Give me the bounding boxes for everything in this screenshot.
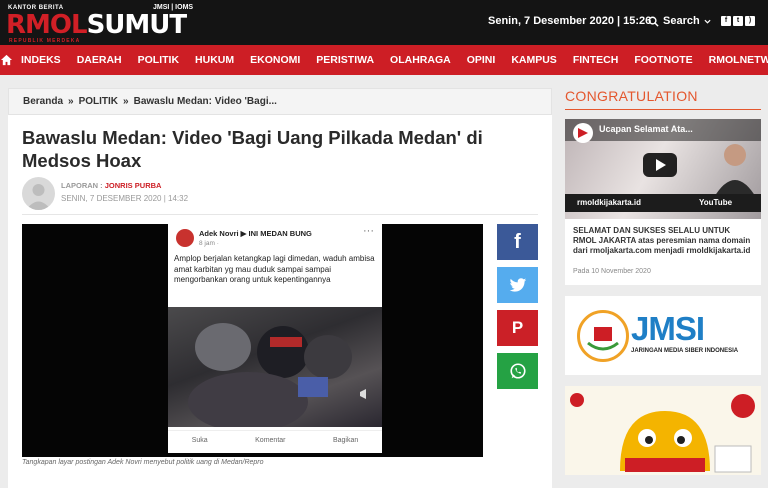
article-date: SENIN, 7 DESEMBER 2020 | 14:32 [61,194,189,203]
breadcrumb-home[interactable]: Beranda [23,96,63,107]
share-facebook-button[interactable]: f [497,224,538,260]
video-url: rmoldkijakarta.id [577,198,642,207]
facebook-icon: f [514,230,521,253]
post-text: Amplop berjalan ketangkap lagi dimedan, … [174,254,375,284]
main-nav: INDEKS DAERAH POLITIK HUKUM EKONOMI PERI… [0,45,768,75]
nav-item-daerah[interactable]: DAERAH [69,45,130,75]
nav-item-footnote[interactable]: FOOTNOTE [626,45,700,75]
congrats-date: Pada 10 November 2020 [573,268,651,275]
facebook-icon[interactable]: f [721,16,731,26]
sidebar-divider [565,109,761,110]
jmsi-emblem-shape [587,327,619,351]
nav-item-ekonomi[interactable]: EKONOMI [242,45,308,75]
video-title: Ucapan Selamat Ata... [599,124,693,134]
image-caption: Tangkapan layar postingan Adek Novri men… [22,459,264,466]
twitter-icon[interactable]: t [733,16,743,26]
channel-logo-icon [573,123,593,143]
play-icon[interactable] [643,153,677,177]
share-pinterest-button[interactable]: P [497,310,538,346]
sidebar-heading: CONGRATULATION [565,88,698,104]
nav-item-politik[interactable]: POLITIK [130,45,187,75]
search-button[interactable]: Search [648,15,711,27]
election-illustration-icon [565,386,761,475]
video-thumbnail[interactable]: Ucapan Selamat Ata... rmoldkijakarta.id … [565,119,761,219]
breadcrumb: Beranda» POLITIK» Bawaslu Medan: Video 'Ba… [8,88,552,115]
nav-item-hukum[interactable]: HUKUM [187,45,242,75]
comment-action: Komentar [255,437,286,444]
tagline: REPUBLIK MERDEKA [9,38,81,44]
post-photo [168,307,382,427]
nav-item-fintech[interactable]: FINTECH [565,45,627,75]
nav-item-peristiwa[interactable]: PERISTIWA [308,45,382,75]
pinterest-icon: P [511,318,524,337]
whatsapp-icon [509,363,526,379]
jmsi-logo: JMSI [631,310,705,347]
jmsi-subtitle: JARINGAN MEDIA SIBER INDONESIA [631,348,739,354]
nav-item-kampus[interactable]: KAMPUS [503,45,565,75]
post-time: 8 jam · [199,240,219,247]
facebook-post-screenshot: Adek Novri ▶ INI MEDAN BUNG 8 jam · ··· … [168,224,382,453]
header-datetime: Senin, 7 Desember 2020 | 15:26 [488,15,652,27]
reporter-name[interactable]: JONRIS PURBA [105,181,162,190]
author-avatar [22,177,55,210]
breadcrumb-current: Bawaslu Medan: Video 'Bagi... [133,96,277,107]
youtube-logo: YouTube [699,198,733,207]
site-header: KANTOR BERITA JMSI | IOMS RMOLSUMUT REPU… [0,0,768,45]
nav-item-opini[interactable]: OPINI [459,45,504,75]
nav-item-olahraga[interactable]: OLAHRAGA [382,45,459,75]
home-icon [0,54,13,66]
share-whatsapp-button[interactable] [497,353,538,389]
jmsi-banner[interactable]: JMSI JARINGAN MEDIA SIBER INDONESIA [565,296,761,375]
share-twitter-button[interactable] [497,267,538,303]
home-button[interactable] [0,45,13,75]
jmsi-emblem-icon [577,310,629,362]
nav-item-indeks[interactable]: INDEKS [13,45,69,75]
post-author: Adek Novri ▶ INI MEDAN BUNG [199,229,312,238]
breadcrumb-section[interactable]: POLITIK [79,96,118,107]
article-container: Beranda» POLITIK» Bawaslu Medan: Video 'Ba… [8,88,552,488]
nav-item-rmolnetwork[interactable]: RMOLNETWORK [701,45,768,75]
logo-rmol: RMOL [6,10,88,40]
meta-divider [22,214,538,215]
like-action: Suka [191,437,208,444]
article-image: Adek Novri ▶ INI MEDAN BUNG 8 jam · ··· … [22,224,483,457]
more-icon: ··· [363,225,374,237]
user-icon [26,184,51,210]
reporter-line: LAPORAN : JONRIS PURBA [61,181,161,190]
chevron-down-icon [704,19,711,24]
election-banner[interactable] [565,386,761,475]
post-actions: Suka Komentar Bagikan [168,430,382,450]
share-action: Bagikan [332,437,359,444]
twitter-icon [509,277,526,292]
reporter-label: LAPORAN : [61,181,103,190]
congrats-text[interactable]: SELAMAT DAN SUKSES SELALU UNTUK RMOL JAK… [573,226,755,256]
article-title: Bawaslu Medan: Video 'Bagi Uang Pilkada … [22,127,483,171]
logo-sumut: SUMUT [86,10,188,40]
person-photo-icon [713,144,757,199]
search-icon [648,16,659,27]
congrats-card[interactable]: Ucapan Selamat Ata... rmoldkijakarta.id … [565,119,761,285]
social-links: f t ) [721,16,755,26]
search-label: Search [663,15,700,27]
site-logo[interactable]: RMOLSUMUT [6,10,188,40]
post-avatar [176,229,194,247]
crowd-photo-icon [188,323,366,427]
rss-icon[interactable]: ) [745,16,755,26]
